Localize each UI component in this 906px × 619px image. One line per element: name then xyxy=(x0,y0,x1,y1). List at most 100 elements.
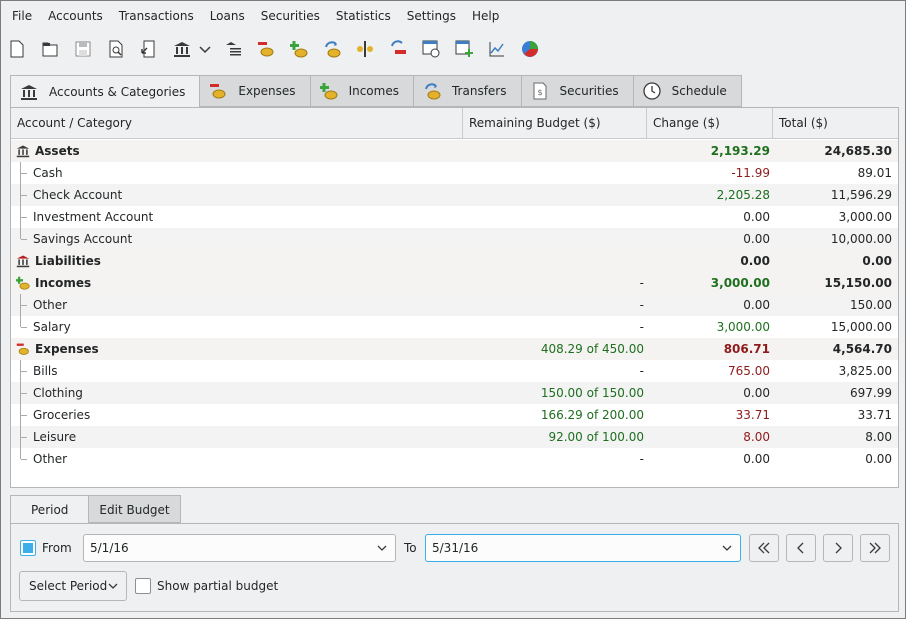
table-row[interactable]: Other - 0.00 150.00 xyxy=(11,294,898,316)
edit-transaction-icon[interactable] xyxy=(386,37,410,61)
column-header-account[interactable]: Account / Category xyxy=(11,108,463,139)
tab-schedule[interactable]: Schedule xyxy=(633,75,742,107)
row-change: 0.00 xyxy=(743,386,770,400)
from-label: From xyxy=(42,541,72,555)
menu-loans[interactable]: Loans xyxy=(202,4,253,28)
tab-incomes[interactable]: Incomes xyxy=(310,75,414,107)
table-body: Assets 2,193.29 24,685.30 Cash -11.99 89… xyxy=(11,140,898,470)
row-name: Cash xyxy=(33,166,63,180)
table-row[interactable]: Salary - 3,000.00 15,000.00 xyxy=(11,316,898,338)
table-row[interactable]: Incomes - 3,000.00 15,150.00 xyxy=(11,272,898,294)
menu-accounts[interactable]: Accounts xyxy=(40,4,111,28)
menu-statistics[interactable]: Statistics xyxy=(328,4,399,28)
table-row[interactable]: Investment Account 0.00 3,000.00 xyxy=(11,206,898,228)
row-change: 806.71 xyxy=(723,342,770,356)
dropdown-arrow-icon[interactable] xyxy=(199,37,211,61)
print-preview-icon[interactable] xyxy=(104,37,128,61)
period-tabs: Period Edit Budget xyxy=(10,495,181,524)
select-period-label: Select Period xyxy=(29,579,108,593)
tab-transfers[interactable]: Transfers xyxy=(413,75,522,107)
row-change: -11.99 xyxy=(731,166,770,180)
expense-coins-icon xyxy=(208,81,228,101)
table-row[interactable]: Expenses 408.29 of 450.00 806.71 4,564.7… xyxy=(11,338,898,360)
pie-chart-icon[interactable] xyxy=(518,37,542,61)
row-name: Salary xyxy=(33,320,71,334)
table-row[interactable]: Leisure 92.00 of 100.00 8.00 8.00 xyxy=(11,426,898,448)
new-income-icon[interactable] xyxy=(287,37,311,61)
row-name: Leisure xyxy=(33,430,77,444)
table-row[interactable]: Other - 0.00 0.00 xyxy=(11,448,898,470)
tab-expenses[interactable]: Expenses xyxy=(200,75,311,107)
liabilities-bank-icon xyxy=(15,253,31,269)
next-year-button[interactable] xyxy=(860,534,890,562)
previous-month-button[interactable] xyxy=(786,534,816,562)
row-change: 0.00 xyxy=(743,298,770,312)
from-checkbox[interactable] xyxy=(20,540,36,556)
new-expense-icon[interactable] xyxy=(254,37,278,61)
table-row[interactable]: Savings Account 0.00 10,000.00 xyxy=(11,228,898,250)
menu-file[interactable]: File xyxy=(4,4,40,28)
schedule-icon[interactable] xyxy=(419,37,443,61)
row-change: 765.00 xyxy=(728,364,770,378)
previous-year-button[interactable] xyxy=(749,534,779,562)
menu-help[interactable]: Help xyxy=(464,4,507,28)
new-file-icon[interactable] xyxy=(5,37,29,61)
from-date-field[interactable]: 5/1/16 xyxy=(83,534,396,562)
open-folder-icon[interactable] xyxy=(38,37,62,61)
table-row[interactable]: Check Account 2,205.28 11,596.29 xyxy=(11,184,898,206)
table-row[interactable]: Groceries 166.29 of 200.00 33.71 33.71 xyxy=(11,404,898,426)
row-change: 2,193.29 xyxy=(710,144,770,158)
chevron-right-icon xyxy=(835,542,842,554)
app-window: File Accounts Transactions Loans Securit… xyxy=(0,0,906,619)
row-name: Liabilities xyxy=(35,254,101,268)
tab-accounts-categories[interactable]: Accounts & Categories xyxy=(10,75,201,108)
row-total: 3,000.00 xyxy=(838,210,892,224)
double-chevron-left-icon xyxy=(758,542,770,554)
tab-period[interactable]: Period xyxy=(10,495,90,524)
split-transaction-icon[interactable] xyxy=(353,37,377,61)
table-row[interactable]: Clothing 150.00 of 150.00 0.00 697.99 xyxy=(11,382,898,404)
next-month-button[interactable] xyxy=(823,534,853,562)
tab-label: Transfers xyxy=(451,84,507,98)
table-row[interactable]: Bills - 765.00 3,825.00 xyxy=(11,360,898,382)
tab-edit-budget[interactable]: Edit Budget xyxy=(89,495,181,523)
chevron-down-icon xyxy=(108,583,118,589)
tab-securities[interactable]: $ Securities xyxy=(521,75,634,107)
to-date-value: 5/31/16 xyxy=(432,541,479,555)
show-partial-budget-checkbox[interactable] xyxy=(135,578,151,594)
save-icon[interactable] xyxy=(71,37,95,61)
row-total: 150.00 xyxy=(850,298,892,312)
row-change: 33.71 xyxy=(735,408,770,422)
table-row[interactable]: Liabilities 0.00 0.00 xyxy=(11,250,898,272)
add-budget-icon[interactable] xyxy=(452,37,476,61)
table-row[interactable]: Cash -11.99 89.01 xyxy=(11,162,898,184)
row-name: Other xyxy=(33,298,68,312)
tab-label: Schedule xyxy=(671,84,727,98)
table-row[interactable]: Assets 2,193.29 24,685.30 xyxy=(11,140,898,162)
row-name: Investment Account xyxy=(33,210,154,224)
menubar: File Accounts Transactions Loans Securit… xyxy=(1,1,905,31)
row-name: Assets xyxy=(35,144,80,158)
row-total: 10,000.00 xyxy=(830,232,892,246)
column-header-change[interactable]: Change ($) xyxy=(647,108,773,139)
menu-securities[interactable]: Securities xyxy=(253,4,328,28)
to-date-field[interactable]: 5/31/16 xyxy=(425,534,741,562)
row-change: 0.00 xyxy=(743,210,770,224)
chevron-down-icon xyxy=(722,545,732,551)
select-period-button[interactable]: Select Period xyxy=(19,571,127,601)
menu-transactions[interactable]: Transactions xyxy=(111,4,202,28)
double-chevron-right-icon xyxy=(869,542,881,554)
column-header-total[interactable]: Total ($) xyxy=(773,108,898,139)
line-chart-icon[interactable] xyxy=(485,37,509,61)
categories-icon[interactable] xyxy=(221,37,245,61)
export-icon[interactable] xyxy=(137,37,161,61)
column-header-remaining-budget[interactable]: Remaining Budget ($) xyxy=(463,108,647,139)
chevron-left-icon xyxy=(797,542,804,554)
row-budget: - xyxy=(639,452,644,466)
menu-settings[interactable]: Settings xyxy=(399,4,464,28)
row-change: 8.00 xyxy=(743,430,770,444)
accounts-bank-icon[interactable] xyxy=(170,37,194,61)
row-budget xyxy=(463,228,647,250)
clock-icon xyxy=(642,81,662,101)
new-transfer-icon[interactable] xyxy=(320,37,344,61)
